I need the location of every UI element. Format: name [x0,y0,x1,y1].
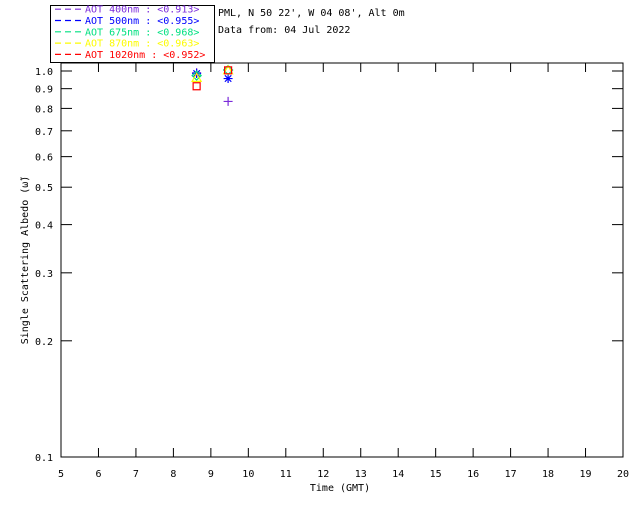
x-tick-label: 9 [208,469,214,480]
x-tick-labels: 5 6 7 8 9 10 11 12 13 14 15 16 17 18 19 20 [58,469,629,480]
x-tick-label: 20 [617,469,629,480]
marker-aot-1020nm [192,82,201,91]
y-tick-label: 1.0 [35,67,53,78]
marker-aot-400nm [223,96,233,106]
x-tick-label: 7 [133,469,139,480]
y-tick-label: 0.2 [35,337,53,348]
x-tick-label: 13 [355,469,367,480]
y-tick-labels: 1.0 0.9 0.8 0.7 0.6 0.5 0.4 0.3 0.2 0.1 [35,67,53,464]
x-tick-label: 15 [430,469,442,480]
y-tick-label: 0.9 [35,85,53,96]
y-tick-label: 0.4 [35,221,53,232]
x-tick-label: 8 [170,469,176,480]
axis-ticks [60,63,624,458]
x-tick-label: 14 [392,469,404,480]
x-tick-label: 10 [242,469,254,480]
x-tick-label: 17 [505,469,517,480]
x-tick-label: 19 [580,469,592,480]
y-axis-label: Single Scattering Albedo (ω̃) [19,176,31,345]
data-from-date: Data from: 04 Jul 2022 [218,25,350,36]
x-tick-label: 5 [58,469,64,480]
x-tick-label: 11 [280,469,292,480]
x-tick-label: 6 [95,469,101,480]
y-tick-label: 0.3 [35,269,53,280]
data-points [191,64,234,106]
x-tick-label: 12 [317,469,329,480]
x-tick-label: 16 [467,469,479,480]
site-title: PML, N 50 22', W 04 08', Alt 0m [218,8,405,19]
y-tick-label: 0.1 [35,453,53,464]
legend-label: AOT 870nm : <0.963> [85,39,199,50]
y-tick-label: 0.6 [35,153,53,164]
x-axis-label: Time (GMT) [310,483,370,494]
legend-label: AOT 500nm : <0.955> [85,16,199,27]
legend-label: AOT 400nm : <0.913> [85,5,199,16]
y-tick-label: 0.8 [35,104,53,115]
ssa-plot-page: 5 6 7 8 9 10 11 12 13 14 15 16 17 18 19 20 1.0 0.9 0.8 0.7… [0,0,640,512]
ssa-chart: 5 6 7 8 9 10 11 12 13 14 15 16 17 18 19 20 1.0 0.9 0.8 0.7… [19,5,629,494]
legend-box: AOT 400nm : <0.913>AOT 500nm : <0.955>AO… [50,5,215,63]
legend-label: AOT 1020nm : <0.952> [85,50,205,61]
x-tick-label: 18 [542,469,554,480]
legend-label: AOT 675nm : <0.968> [85,27,199,38]
y-tick-label: 0.5 [35,183,53,194]
plot-area [60,62,624,458]
y-tick-label: 0.7 [35,127,53,138]
marker-aot-500nm [223,74,233,84]
